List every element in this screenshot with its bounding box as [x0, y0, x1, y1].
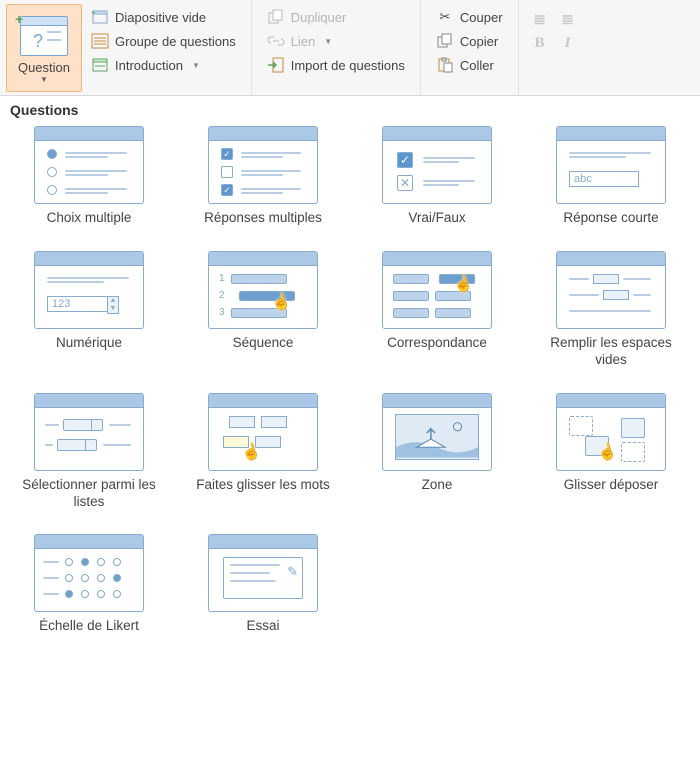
question-group-label: Groupe de questions [115, 34, 236, 49]
group-icon [91, 33, 109, 49]
copy-icon [436, 33, 454, 49]
numbering-icon: ≣ [557, 10, 579, 28]
type-label: Zone [422, 477, 453, 494]
svg-text:+: + [91, 9, 96, 17]
slide-plus-icon: + [91, 9, 109, 25]
short-answer-icon: abc [556, 126, 666, 204]
abc-placeholder: abc [569, 171, 639, 187]
type-label: Numérique [56, 335, 122, 352]
multiple-answer-icon: ✓ ✓ [208, 126, 318, 204]
essay-icon: ✎ [208, 534, 318, 612]
introduction-label: Introduction [115, 58, 183, 73]
chevron-down-icon: ▼ [324, 37, 332, 46]
copy-button[interactable]: Copier [431, 30, 508, 52]
type-essay[interactable]: ✎ Essai [188, 534, 338, 635]
type-label: Glisser déposer [564, 477, 659, 494]
question-button[interactable]: + ? Question ▼ [6, 4, 82, 92]
select-lists-icon [34, 393, 144, 471]
type-drag-words[interactable]: ☝ Faites glisser les mots [188, 393, 338, 511]
type-matching[interactable]: ☝ Correspondance [362, 251, 512, 369]
type-label: Remplir les espaces vides [536, 335, 686, 369]
ribbon-group-edit: Dupliquer Lien ▼ Import de questions [252, 0, 421, 95]
duplicate-icon [267, 9, 285, 25]
question-slide-icon: + ? [20, 16, 68, 56]
ribbon-slide-commands: + Diapositive vide Groupe de questions I… [82, 4, 245, 78]
type-label: Vrai/Faux [408, 210, 465, 227]
ribbon-group-question: + ? Question ▼ + Diapositive vide Groupe… [0, 0, 252, 95]
type-label: Faites glisser les mots [196, 477, 330, 494]
ribbon: + ? Question ▼ + Diapositive vide Groupe… [0, 0, 700, 96]
numeric-icon: 123 ▲▼ [34, 251, 144, 329]
chevron-down-icon: ▼ [192, 61, 200, 70]
import-icon [267, 57, 285, 73]
sequence-icon: 1 2 3 ☝ [208, 251, 318, 329]
type-hotspot[interactable]: Zone [362, 393, 512, 511]
paste-label: Coller [460, 58, 494, 73]
type-multiple-choice[interactable]: Choix multiple [14, 126, 164, 227]
link-label: Lien [291, 34, 316, 49]
cut-label: Couper [460, 10, 503, 25]
question-types-grid: Choix multiple ✓ ✓ Réponses multiples ✓ … [0, 126, 700, 649]
type-label: Réponses multiples [204, 210, 322, 227]
question-group-button[interactable]: Groupe de questions [86, 30, 241, 52]
paste-icon [436, 57, 454, 73]
link-button: Lien ▼ [262, 30, 410, 52]
paste-button[interactable]: Coller [431, 54, 508, 76]
type-select-lists[interactable]: Sélectionner parmi les listes [14, 393, 164, 511]
intro-icon [91, 57, 109, 73]
italic-icon: I [557, 34, 579, 52]
multiple-choice-icon [34, 126, 144, 204]
type-label: Essai [246, 618, 279, 635]
type-label: Séquence [233, 335, 294, 352]
123-placeholder: 123 [47, 296, 111, 312]
type-numeric[interactable]: 123 ▲▼ Numérique [14, 251, 164, 369]
type-true-false[interactable]: ✓ ✕ Vrai/Faux [362, 126, 512, 227]
type-label: Réponse courte [563, 210, 658, 227]
chevron-down-icon: ▼ [40, 75, 48, 84]
type-multiple-answer[interactable]: ✓ ✓ Réponses multiples [188, 126, 338, 227]
true-false-icon: ✓ ✕ [382, 126, 492, 204]
hand-cursor-icon: ☝ [595, 439, 619, 463]
type-short-answer[interactable]: abc Réponse courte [536, 126, 686, 227]
copy-label: Copier [460, 34, 498, 49]
import-questions-button[interactable]: Import de questions [262, 54, 410, 76]
scissors-icon: ✂ [436, 9, 454, 25]
type-label: Sélectionner parmi les listes [14, 477, 164, 511]
ribbon-group-clipboard: ✂ Couper Copier Coller [421, 0, 519, 95]
hotspot-icon [382, 393, 492, 471]
ribbon-group-format: ≣ ≣ B I [519, 0, 591, 95]
fill-blanks-icon [556, 251, 666, 329]
likert-icon [34, 534, 144, 612]
link-icon [267, 33, 285, 49]
drag-words-icon: ☝ [208, 393, 318, 471]
type-label: Choix multiple [47, 210, 132, 227]
import-label: Import de questions [291, 58, 405, 73]
drag-drop-icon: ☝ [556, 393, 666, 471]
type-fill-blanks[interactable]: Remplir les espaces vides [536, 251, 686, 369]
question-button-label: Question [18, 60, 70, 75]
type-likert[interactable]: Échelle de Likert [14, 534, 164, 635]
duplicate-button: Dupliquer [262, 6, 410, 28]
panel-title: Questions [0, 96, 700, 126]
duplicate-label: Dupliquer [291, 10, 347, 25]
matching-icon: ☝ [382, 251, 492, 329]
type-drag-drop[interactable]: ☝ Glisser déposer [536, 393, 686, 511]
type-sequence[interactable]: 1 2 3 ☝ Séquence [188, 251, 338, 369]
type-label: Correspondance [387, 335, 487, 352]
introduction-button[interactable]: Introduction ▼ [86, 54, 241, 76]
empty-slide-label: Diapositive vide [115, 10, 206, 25]
empty-slide-button[interactable]: + Diapositive vide [86, 6, 241, 28]
bold-icon: B [529, 34, 551, 52]
bullets-icon: ≣ [529, 10, 551, 28]
cut-button[interactable]: ✂ Couper [431, 6, 508, 28]
type-label: Échelle de Likert [39, 618, 139, 635]
